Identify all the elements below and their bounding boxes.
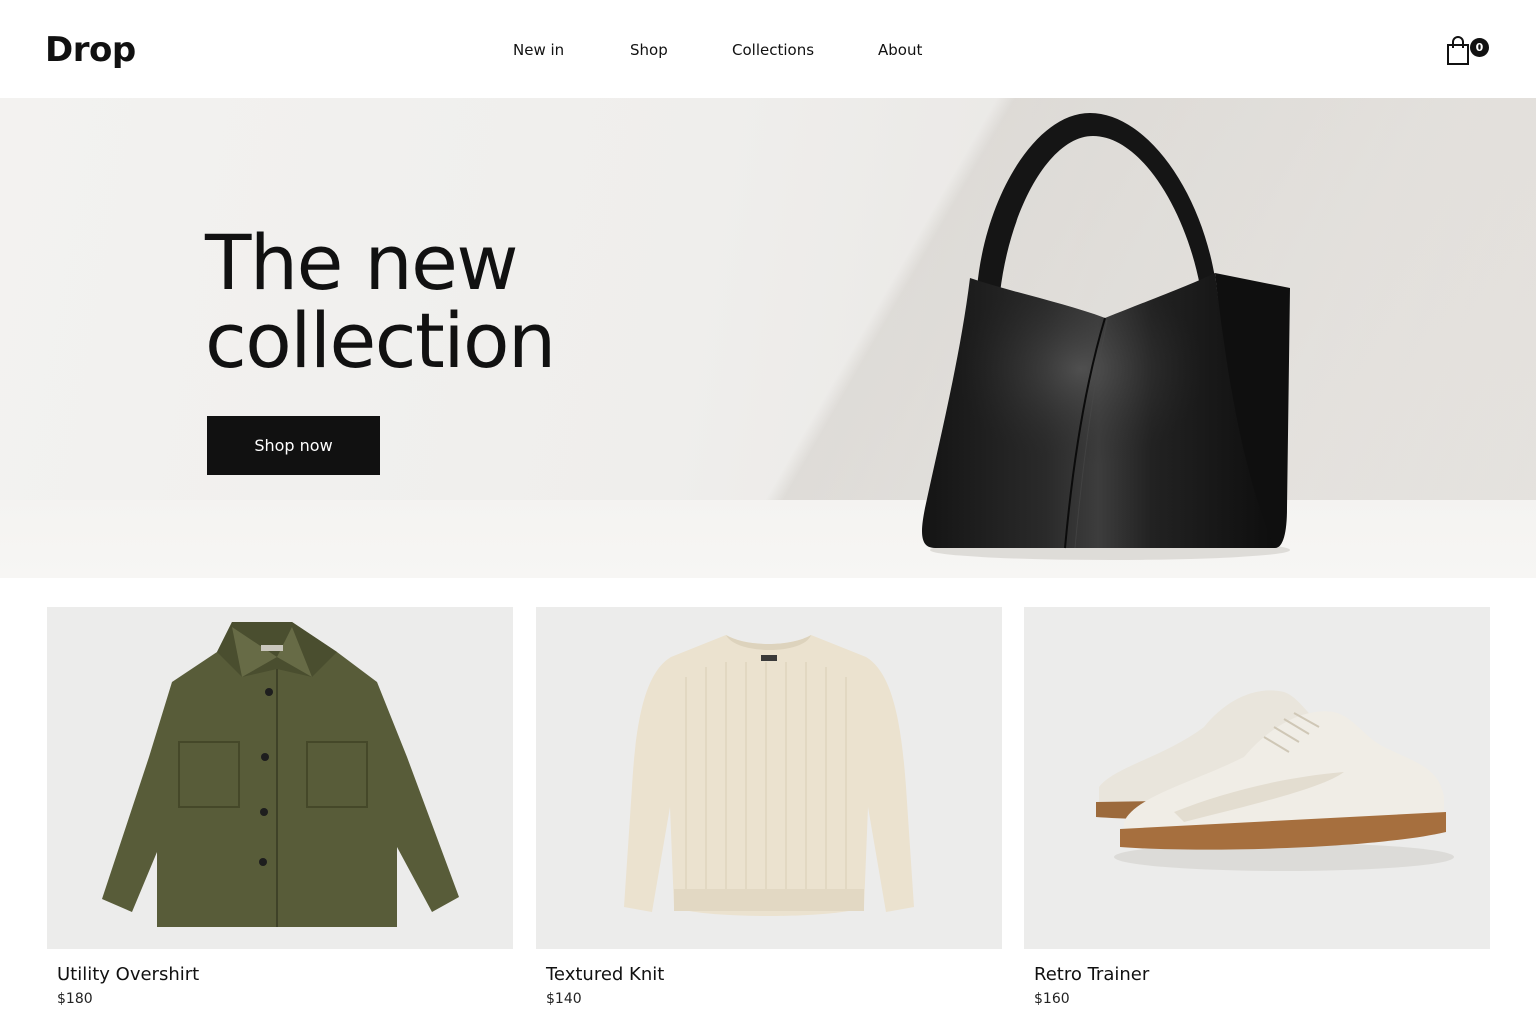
product-name[interactable]: Retro Trainer: [1034, 964, 1149, 985]
product-image[interactable]: [47, 607, 513, 949]
cart-button[interactable]: 0: [1445, 36, 1493, 70]
cart-count-badge: 0: [1470, 38, 1489, 57]
product-name[interactable]: Utility Overshirt: [57, 964, 199, 985]
hero-banner: The new collection Shop now: [0, 98, 1536, 578]
nav-link-shop[interactable]: Shop: [630, 41, 668, 59]
shopping-bag-icon: [1447, 36, 1469, 65]
nav-link-collections[interactable]: Collections: [732, 41, 814, 59]
shop-now-button[interactable]: Shop now: [207, 416, 380, 475]
tote-bag-image: [922, 113, 1290, 560]
product-price: $160: [1034, 991, 1070, 1007]
hero-title: The new collection: [205, 218, 556, 385]
overshirt-image: [102, 622, 459, 927]
main-nav: New in Shop Collections About: [0, 41, 1536, 63]
sneakers-image: [1096, 690, 1454, 871]
product-image[interactable]: [1024, 607, 1490, 949]
hero-floor: [0, 500, 1536, 578]
knit-sweater-image: [624, 635, 914, 916]
nav-link-new-in[interactable]: New in: [513, 41, 564, 59]
product-price: $140: [546, 991, 582, 1007]
product-name[interactable]: Textured Knit: [546, 964, 664, 985]
site-header: Drop New in Shop Collections About 0: [0, 0, 1536, 98]
product-image[interactable]: [536, 607, 1002, 949]
nav-link-about[interactable]: About: [878, 41, 922, 59]
product-price: $180: [57, 991, 93, 1007]
